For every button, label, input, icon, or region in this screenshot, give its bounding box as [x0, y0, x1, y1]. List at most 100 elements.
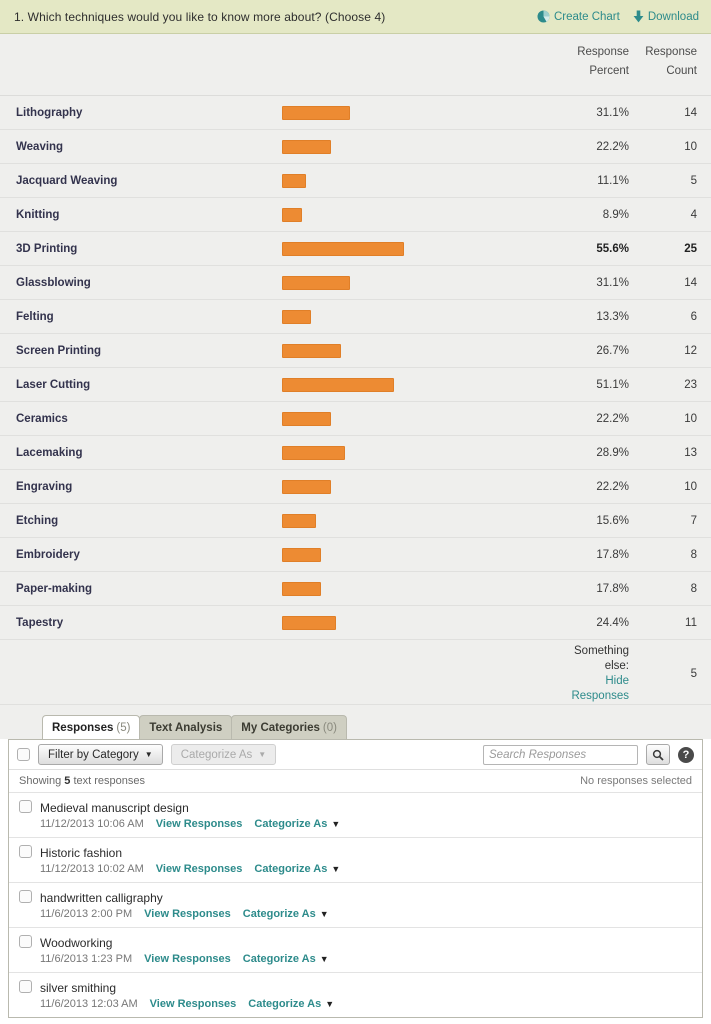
- response-count-value: 25: [684, 242, 697, 255]
- tab-label: Responses: [52, 721, 114, 734]
- tab-my-categories[interactable]: My Categories (0): [231, 715, 347, 739]
- response-checkbox[interactable]: [19, 890, 32, 903]
- something-else-label: Something else:: [574, 645, 629, 672]
- tab-bar: Responses (5) Text Analysis My Categories (0…: [0, 705, 711, 739]
- column-header-response-count: Response Count: [639, 43, 711, 81]
- table-row: Ceramics 22.2% 10: [0, 402, 711, 436]
- response-bar: [282, 445, 345, 460]
- view-responses-link[interactable]: View Responses: [144, 908, 231, 920]
- response-checkbox[interactable]: [19, 935, 32, 948]
- table-row: Etching 15.6% 7: [0, 504, 711, 538]
- filter-by-category-button[interactable]: Filter by Category ▼: [38, 744, 163, 765]
- response-checkbox[interactable]: [19, 800, 32, 813]
- search-icon: [652, 749, 664, 761]
- response-percent-value: 55.6%: [596, 242, 629, 255]
- response-percent-value: 17.8%: [596, 548, 629, 561]
- categorize-as-link-label: Categorize As: [254, 818, 328, 830]
- select-all-checkbox[interactable]: [17, 748, 30, 761]
- tab-label: My Categories: [241, 721, 320, 734]
- response-percent-value: 15.6%: [596, 514, 629, 527]
- response-percent-value: 22.2%: [596, 140, 629, 153]
- response-bar: [282, 615, 336, 630]
- tab-text-analysis[interactable]: Text Analysis: [139, 715, 233, 739]
- response-timestamp: 11/6/2013 1:23 PM: [40, 953, 133, 965]
- response-meta: 11/6/2013 2:00 PM View Responses Categoriz…: [40, 908, 692, 920]
- search-input[interactable]: [483, 744, 638, 765]
- results-table: Response Percent Response Count Lithogra…: [0, 34, 711, 739]
- selection-status: No responses selected: [580, 775, 692, 787]
- answer-label: Jacquard Weaving: [16, 174, 118, 187]
- view-responses-link[interactable]: View Responses: [156, 818, 243, 830]
- answer-label: Glassblowing: [16, 276, 91, 289]
- showing-count: 5: [64, 775, 71, 787]
- table-row: Glassblowing 31.1% 14: [0, 266, 711, 300]
- response-timestamp: 11/6/2013 2:00 PM: [40, 908, 133, 920]
- response-count-value: 7: [690, 514, 697, 527]
- response-percent-line1: Response: [577, 46, 629, 58]
- answer-label: Engraving: [16, 480, 73, 493]
- response-percent-value: 11.1%: [597, 174, 629, 187]
- question-header: 1. Which techniques would you like to kn…: [0, 0, 711, 34]
- response-count-value: 8: [690, 548, 697, 561]
- answer-label: Embroidery: [16, 548, 80, 561]
- chevron-down-icon: ▼: [319, 953, 329, 964]
- chevron-down-icon: ▼: [331, 863, 341, 874]
- responses-panel: Filter by Category ▼ Categorize As ▼ ?: [8, 739, 703, 1018]
- table-row: Paper-making 17.8% 8: [0, 572, 711, 606]
- response-bar: [282, 105, 350, 120]
- response-count-value: 8: [690, 582, 697, 595]
- response-meta: 11/12/2013 10:02 AM View Responses Categor…: [40, 863, 692, 875]
- response-body: Woodworking 11/6/2013 1:23 PM View Respons…: [40, 935, 692, 965]
- table-row: Felting 13.3% 6: [0, 300, 711, 334]
- response-timestamp: 11/6/2013 12:03 AM: [40, 998, 138, 1010]
- download-button[interactable]: Download: [633, 10, 699, 23]
- bar-cell: [282, 139, 547, 154]
- response-percent-value: 17.8%: [596, 582, 629, 595]
- response-checkbox[interactable]: [19, 845, 32, 858]
- categorize-as-link[interactable]: Categorize As ▼: [254, 818, 340, 830]
- something-else-count: 5: [690, 668, 697, 680]
- categorize-as-link-label: Categorize As: [242, 908, 316, 920]
- response-timestamp: 11/12/2013 10:06 AM: [40, 818, 144, 830]
- tab-responses[interactable]: Responses (5): [42, 715, 141, 739]
- response-count-value: 10: [684, 412, 697, 425]
- categorize-as-button[interactable]: Categorize As ▼: [170, 744, 277, 765]
- answer-label: Weaving: [16, 140, 64, 153]
- view-responses-link[interactable]: View Responses: [156, 863, 243, 875]
- bar-cell: [282, 275, 547, 290]
- response-bar: [282, 139, 331, 154]
- categorize-as-link[interactable]: Categorize As ▼: [243, 908, 329, 920]
- create-chart-button[interactable]: Create Chart: [537, 10, 620, 23]
- bar-cell: [282, 581, 547, 596]
- response-count-value: 4: [690, 208, 697, 221]
- showing-prefix: Showing: [19, 775, 62, 787]
- showing-suffix: text responses: [73, 775, 145, 787]
- table-row: Embroidery 17.8% 8: [0, 538, 711, 572]
- response-count-line2: Count: [666, 65, 697, 77]
- categorize-as-link[interactable]: Categorize As ▼: [248, 998, 334, 1010]
- help-icon[interactable]: ?: [678, 746, 694, 763]
- categorize-as-link[interactable]: Categorize As ▼: [254, 863, 340, 875]
- table-row: Tapestry 24.4% 11: [0, 606, 711, 640]
- view-responses-link[interactable]: View Responses: [144, 953, 231, 965]
- table-row: Lacemaking 28.9% 13: [0, 436, 711, 470]
- view-responses-link[interactable]: View Responses: [150, 998, 237, 1010]
- response-count-value: 5: [690, 174, 697, 187]
- responses-toolbar: Filter by Category ▼ Categorize As ▼ ?: [9, 740, 702, 770]
- list-item: Woodworking 11/6/2013 1:23 PM View Respons…: [9, 927, 702, 972]
- categorize-as-link[interactable]: Categorize As ▼: [243, 953, 329, 965]
- hide-responses-link[interactable]: Hide Responses: [547, 674, 629, 704]
- response-bar: [282, 275, 350, 290]
- table-row: Knitting 8.9% 4: [0, 198, 711, 232]
- response-checkbox[interactable]: [19, 980, 32, 993]
- responses-list: Medieval manuscript design 11/12/2013 10:…: [9, 792, 702, 1017]
- response-bar: [282, 513, 316, 528]
- response-percent-value: 31.1%: [596, 106, 629, 119]
- list-item: silver smithing 11/6/2013 12:03 AM View Re…: [9, 972, 702, 1017]
- table-row: Lithography 31.1% 14: [0, 96, 711, 130]
- response-percent-value: 22.2%: [596, 480, 629, 493]
- search-button[interactable]: [646, 744, 670, 765]
- response-count-value: 13: [684, 446, 697, 459]
- response-bar: [282, 309, 311, 324]
- chevron-down-icon: ▼: [144, 749, 153, 759]
